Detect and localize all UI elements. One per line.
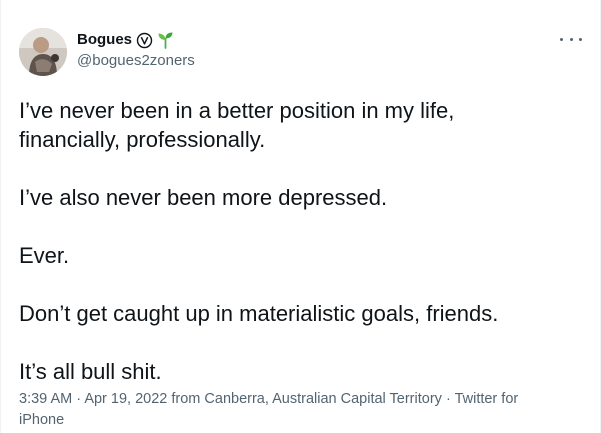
tweet-text: I’ve never been in a better position in … <box>19 96 576 386</box>
circled-v-icon <box>136 32 153 49</box>
tweet-paragraph: Don’t get caught up in materialistic goa… <box>19 301 499 326</box>
tweet-header: Bogues @bogues2zoners <box>19 28 586 76</box>
display-name[interactable]: Bogues <box>77 30 132 50</box>
tweet-paragraph: I’ve also never been more depressed. <box>19 185 388 210</box>
tweet-metadata: 3:39 AM · Apr 19, 2022 from Canberra, Au… <box>19 389 560 431</box>
meta-separator: · <box>445 391 451 407</box>
seedling-icon <box>157 31 174 49</box>
tweet-paragraph: Ever. <box>19 243 70 268</box>
user-info: Bogues @bogues2zoners <box>77 30 195 71</box>
avatar-photo <box>19 28 67 76</box>
tweet-time[interactable]: 3:39 AM <box>19 391 72 407</box>
more-options-button[interactable] <box>560 32 582 46</box>
tweet-paragraph: I’ve never been in a better position in … <box>19 98 455 152</box>
more-horizontal-icon-dot <box>569 37 573 41</box>
tweet-paragraph: It’s all bull shit. <box>19 359 162 384</box>
user-handle[interactable]: @bogues2zoners <box>77 51 195 71</box>
more-horizontal-icon-dot <box>560 37 563 41</box>
avatar[interactable] <box>19 28 67 76</box>
name-row: Bogues <box>77 30 195 50</box>
tweet-location[interactable]: Canberra, Australian Capital Territory <box>204 391 441 407</box>
tweet-date[interactable]: Apr 19, 2022 <box>84 391 167 407</box>
more-horizontal-icon-dot <box>579 37 582 41</box>
tweet-card: Bogues @bogues2zoners I’ve never been in… <box>0 0 601 433</box>
meta-separator: · <box>76 391 82 407</box>
meta-from-label: from <box>171 391 201 407</box>
